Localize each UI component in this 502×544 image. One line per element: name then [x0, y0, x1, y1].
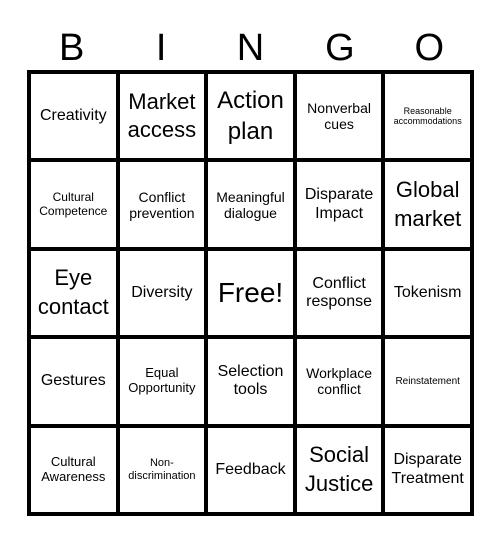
- bingo-cell[interactable]: Action plan: [206, 72, 295, 161]
- bingo-cell[interactable]: Gestures: [29, 337, 118, 426]
- bingo-cell[interactable]: Workplace conflict: [294, 337, 384, 426]
- free-space[interactable]: Free!: [206, 248, 295, 338]
- bingo-header: B I N G O: [27, 26, 474, 70]
- header-letter-i: I: [155, 27, 167, 69]
- header-letter-n: N: [236, 27, 265, 69]
- bingo-cell[interactable]: Nonverbal cues: [294, 72, 384, 161]
- bingo-cell[interactable]: Disparate Treatment: [383, 425, 472, 514]
- bingo-cell[interactable]: Equal Opportunity: [117, 337, 207, 426]
- bingo-cell[interactable]: Social Justice: [294, 425, 384, 514]
- bingo-cell[interactable]: Tokenism: [383, 248, 472, 338]
- bingo-cell[interactable]: Eye contact: [29, 248, 118, 338]
- bingo-cell[interactable]: Conflict response: [294, 248, 384, 338]
- bingo-cell[interactable]: Disparate Impact: [294, 160, 384, 249]
- header-letter-o: O: [414, 27, 445, 69]
- bingo-cell[interactable]: Creativity: [29, 72, 118, 161]
- bingo-cell[interactable]: Meaningful dialogue: [206, 160, 295, 249]
- bingo-cell[interactable]: Conflict prevention: [117, 160, 207, 249]
- bingo-cell[interactable]: Reinstatement: [383, 337, 472, 426]
- bingo-grid: Creativity Market access Action plan Non…: [27, 70, 474, 516]
- bingo-cell[interactable]: Diversity: [117, 248, 207, 338]
- bingo-cell[interactable]: Selection tools: [206, 337, 295, 426]
- header-letter-g: G: [325, 27, 355, 69]
- bingo-cell[interactable]: Cultural Awareness: [29, 425, 118, 514]
- bingo-cell[interactable]: Global market: [383, 160, 472, 249]
- bingo-cell[interactable]: Market access: [117, 72, 207, 161]
- header-letter-b: B: [59, 27, 85, 69]
- bingo-cell[interactable]: Non-discrimination: [117, 425, 207, 514]
- bingo-cell[interactable]: Feedback: [206, 425, 295, 514]
- bingo-cell[interactable]: Reasonable accommodations: [383, 72, 472, 161]
- bingo-cell[interactable]: Cultural Competence: [29, 160, 118, 249]
